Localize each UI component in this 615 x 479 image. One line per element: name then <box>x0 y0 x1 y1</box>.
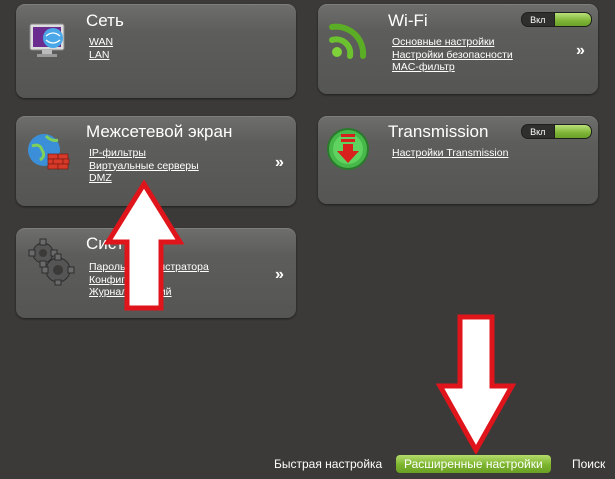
system-more-button[interactable]: » <box>275 266 284 284</box>
wifi-more-button[interactable]: » <box>576 42 585 60</box>
transmission-title: Transmission <box>388 122 489 141</box>
search-link[interactable]: Поиск <box>572 457 605 471</box>
advanced-settings-button[interactable]: Расширенные настройки <box>396 455 551 473</box>
link-ip-filters[interactable]: IP-фильтры <box>89 147 199 160</box>
link-configuration[interactable]: Конфигурация <box>89 274 209 287</box>
network-panel: Сеть WAN LAN <box>16 4 296 98</box>
download-arrow-icon <box>327 128 369 170</box>
system-panel: Система Пароль администратора Конфигурац… <box>16 228 296 318</box>
wifi-toggle-switch[interactable] <box>554 12 592 27</box>
link-dmz[interactable]: DMZ <box>89 172 199 185</box>
firewall-more-button[interactable]: » <box>275 154 284 172</box>
link-lan[interactable]: LAN <box>89 49 113 62</box>
wifi-toggle-label: Вкл <box>521 12 555 27</box>
link-admin-password[interactable]: Пароль администратора <box>89 261 209 274</box>
link-transmission-settings[interactable]: Настройки Transmission <box>392 147 508 160</box>
link-mac-filter[interactable]: MAC-фильтр <box>392 61 513 74</box>
link-wifi-security[interactable]: Настройки безопасности <box>392 49 513 62</box>
wifi-toggle[interactable]: Вкл <box>521 12 592 27</box>
advanced-settings-wrap: Расширенные настройки <box>396 455 551 473</box>
link-event-log[interactable]: Журнал событий <box>89 286 209 299</box>
monitor-globe-icon <box>29 23 65 57</box>
firewall-panel: Межсетевой экран IP-фильтры Виртуальные … <box>16 116 296 206</box>
wifi-icon <box>329 23 367 59</box>
link-virtual-servers[interactable]: Виртуальные серверы <box>89 160 199 173</box>
gears-icon <box>28 238 75 286</box>
network-title: Сеть <box>86 11 124 30</box>
transmission-toggle[interactable]: Вкл <box>521 124 592 139</box>
transmission-toggle-label: Вкл <box>521 124 555 139</box>
firewall-globe-icon <box>28 134 70 170</box>
system-title: Система <box>86 234 155 253</box>
quick-setup-link[interactable]: Быстрая настройка <box>274 457 382 471</box>
bottom-nav: Быстрая настройка <box>274 455 382 473</box>
firewall-title: Межсетевой экран <box>86 122 233 141</box>
wifi-title: Wi-Fi <box>388 11 428 30</box>
down-arrow-annotation <box>436 314 516 454</box>
transmission-toggle-switch[interactable] <box>554 124 592 139</box>
search-wrap: Поиск <box>572 455 605 473</box>
link-wan[interactable]: WAN <box>89 36 113 49</box>
transmission-panel: Transmission Вкл Настройки Transmission <box>318 116 598 204</box>
link-wifi-basic[interactable]: Основные настройки <box>392 36 513 49</box>
wifi-panel: Wi-Fi Вкл Основные настройки Настройки б… <box>318 4 598 94</box>
